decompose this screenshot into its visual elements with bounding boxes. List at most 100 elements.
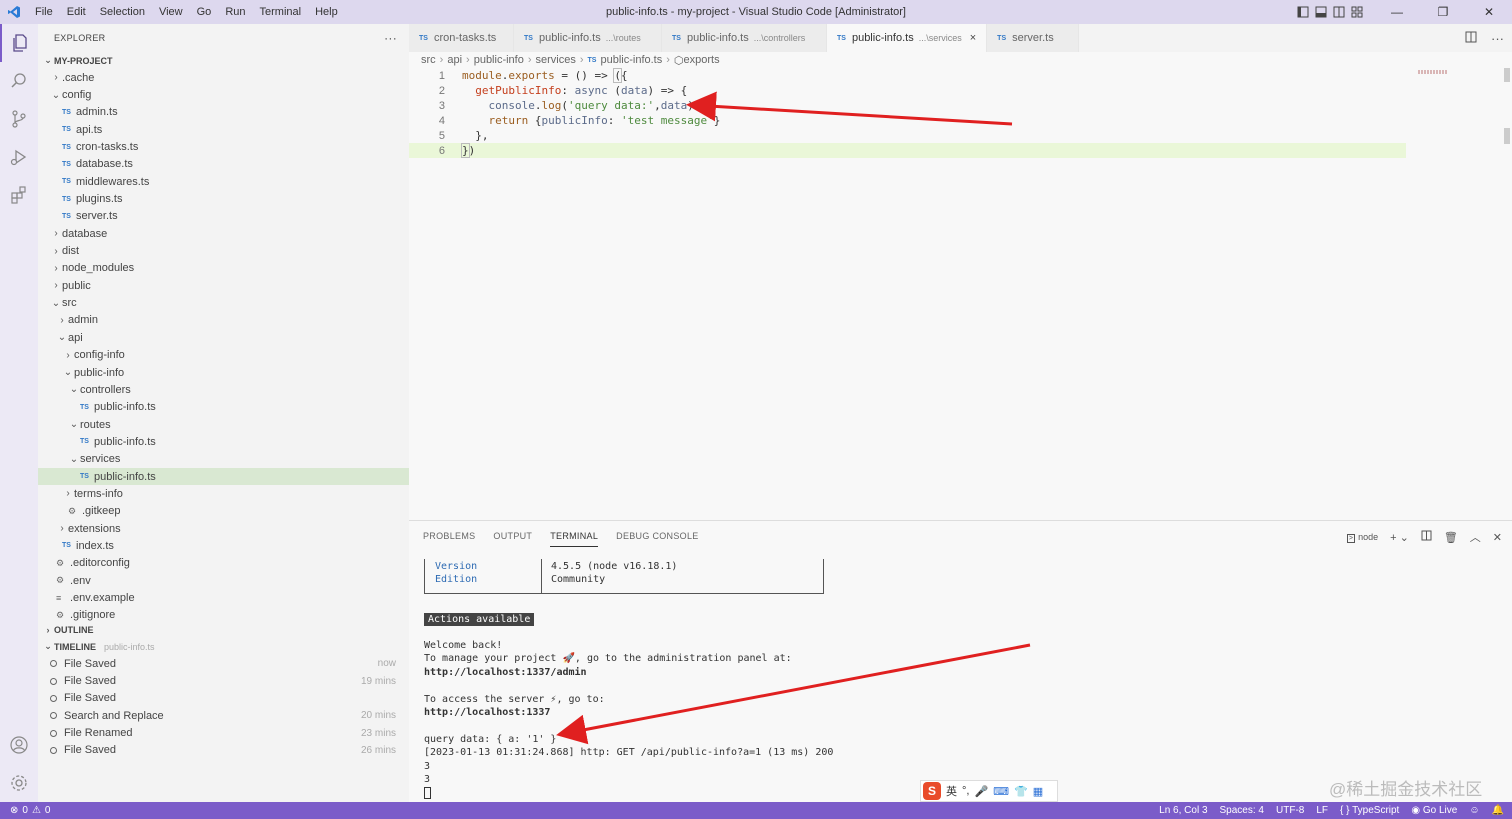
file-item[interactable]: TS public-info.ts <box>38 433 409 450</box>
file-item[interactable]: ≡ .env.example <box>38 589 409 606</box>
restore-button[interactable]: ❐ <box>1420 0 1466 24</box>
file-item[interactable]: TS middlewares.ts <box>38 173 409 190</box>
timeline-item[interactable]: File Renamed 23 mins <box>38 724 409 741</box>
project-section-header[interactable]: ⌄ MY-PROJECT <box>38 52 409 69</box>
folder-item[interactable]: › public <box>38 277 409 294</box>
folder-item[interactable]: ⌄ routes <box>38 416 409 433</box>
new-terminal-icon[interactable]: + ⌄ <box>1390 531 1409 544</box>
file-item[interactable]: ⚙ .env <box>38 572 409 589</box>
end-of-line[interactable]: LF <box>1316 805 1328 816</box>
editor-scrollbar[interactable] <box>1502 68 1512 520</box>
editor-tab[interactable]: TS cron-tasks.ts <box>409 24 514 52</box>
folder-item[interactable]: › node_modules <box>38 260 409 277</box>
microphone-icon[interactable]: 🎤 <box>974 785 988 798</box>
folder-item[interactable]: ⌄ src <box>38 294 409 311</box>
file-item[interactable]: TS plugins.ts <box>38 190 409 207</box>
editor-tab[interactable]: TS public-info.ts ...\services × <box>827 24 988 52</box>
folder-item[interactable]: › terms-info <box>38 485 409 502</box>
toolbox-icon[interactable]: ▦ <box>1033 785 1043 798</box>
outline-section-header[interactable]: › OUTLINE <box>38 621 409 638</box>
breadcrumb-item[interactable]: exports <box>684 54 720 66</box>
file-item[interactable]: TS cron-tasks.ts <box>38 138 409 155</box>
breadcrumb-item[interactable]: public-info.ts <box>600 54 662 66</box>
folder-item[interactable]: ⌄ api <box>38 329 409 346</box>
run-debug-icon[interactable] <box>0 138 38 176</box>
file-item[interactable]: TS api.ts <box>38 121 409 138</box>
toggle-primary-sidebar-icon[interactable] <box>1294 0 1312 24</box>
file-item[interactable]: TS public-info.ts <box>38 467 409 486</box>
maximize-panel-icon[interactable]: ︿ <box>1470 529 1481 545</box>
folder-item[interactable]: › config-info <box>38 347 409 364</box>
problems-status[interactable]: ⊗ 0 ⚠ 0 <box>0 805 50 816</box>
code-editor[interactable]: 1 module.exports = () => ({ 2 getPublicIn… <box>409 68 1512 520</box>
folder-item[interactable]: › .cache <box>38 69 409 86</box>
close-panel-icon[interactable]: ✕ <box>1493 531 1502 544</box>
menu-terminal[interactable]: Terminal <box>253 0 309 24</box>
folder-item[interactable]: › dist <box>38 242 409 259</box>
cursor-position[interactable]: Ln 6, Col 3 <box>1159 805 1207 816</box>
manage-gear-icon[interactable] <box>0 764 38 802</box>
editor-tab[interactable]: TS public-info.ts ...\controllers <box>662 24 827 52</box>
terminal-shell-selector[interactable]: > node <box>1346 531 1378 543</box>
customize-layout-icon[interactable] <box>1348 0 1366 24</box>
minimize-button[interactable]: — <box>1374 0 1420 24</box>
go-live-button[interactable]: ◉ Go Live <box>1411 805 1457 816</box>
folder-item[interactable]: › database <box>38 225 409 242</box>
menu-selection[interactable]: Selection <box>93 0 152 24</box>
timeline-item[interactable]: File Saved now <box>38 655 409 672</box>
encoding[interactable]: UTF-8 <box>1276 805 1304 816</box>
split-editor-icon[interactable] <box>1465 31 1477 46</box>
menu-view[interactable]: View <box>152 0 190 24</box>
folder-item[interactable]: ⌄ config <box>38 86 409 103</box>
timeline-item[interactable]: File Saved 26 mins <box>38 742 409 759</box>
folder-item[interactable]: ⌄ services <box>38 451 409 468</box>
split-terminal-icon[interactable] <box>1421 530 1432 544</box>
more-editor-actions-button[interactable]: ··· <box>1491 31 1504 46</box>
source-control-icon[interactable] <box>0 100 38 138</box>
keyboard-icon[interactable]: ⌨ <box>993 785 1009 798</box>
menu-help[interactable]: Help <box>308 0 345 24</box>
language-mode[interactable]: { } TypeScript <box>1340 805 1399 816</box>
breadcrumb-item[interactable]: api <box>447 54 462 66</box>
extensions-icon[interactable] <box>0 176 38 214</box>
ime-language[interactable]: 英 <box>946 783 957 799</box>
menu-edit[interactable]: Edit <box>60 0 93 24</box>
menu-file[interactable]: File <box>28 0 60 24</box>
folder-item[interactable]: › extensions <box>38 520 409 537</box>
file-item[interactable]: ⚙ .editorconfig <box>38 555 409 572</box>
breadcrumb-item[interactable]: src <box>421 54 436 66</box>
breadcrumb-item[interactable]: public-info <box>474 54 524 66</box>
close-tab-icon[interactable]: × <box>970 32 976 44</box>
file-item[interactable]: ⚙ .gitkeep <box>38 503 409 520</box>
folder-item[interactable]: › admin <box>38 312 409 329</box>
indentation[interactable]: Spaces: 4 <box>1220 805 1264 816</box>
feedback-icon[interactable]: ☺ <box>1469 805 1479 816</box>
file-item[interactable]: TS database.ts <box>38 156 409 173</box>
timeline-item[interactable]: File Saved <box>38 690 409 707</box>
kill-terminal-icon[interactable]: 🗑 <box>1444 531 1458 544</box>
menu-go[interactable]: Go <box>190 0 219 24</box>
minimap[interactable] <box>1414 68 1512 520</box>
explorer-icon[interactable] <box>0 24 38 62</box>
notifications-icon[interactable]: 🔔 <box>1492 805 1504 816</box>
breadcrumb-item[interactable]: services <box>536 54 576 66</box>
more-actions-button[interactable]: ··· <box>384 31 397 45</box>
ime-toolbar[interactable]: S 英 °, 🎤 ⌨ 👕 ▦ <box>920 780 1058 802</box>
toggle-secondary-sidebar-icon[interactable] <box>1330 0 1348 24</box>
folder-item[interactable]: ⌄ public-info <box>38 364 409 381</box>
file-item[interactable]: TS server.ts <box>38 208 409 225</box>
toggle-panel-icon[interactable] <box>1312 0 1330 24</box>
folder-item[interactable]: ⌄ controllers <box>38 381 409 398</box>
file-item[interactable]: TS index.ts <box>38 537 409 554</box>
editor-tab[interactable]: TS public-info.ts ...\routes <box>514 24 662 52</box>
close-window-button[interactable]: ✕ <box>1466 0 1512 24</box>
file-item[interactable]: TS admin.ts <box>38 104 409 121</box>
timeline-section-header[interactable]: ⌄ TIMELINE public-info.ts <box>38 638 409 655</box>
timeline-item[interactable]: File Saved 19 mins <box>38 672 409 689</box>
editor-tab[interactable]: TS server.ts <box>987 24 1080 52</box>
timeline-item[interactable]: Search and Replace 20 mins <box>38 707 409 724</box>
punctuation-icon[interactable]: °, <box>962 785 969 797</box>
search-icon[interactable] <box>0 62 38 100</box>
skin-icon[interactable]: 👕 <box>1014 785 1028 798</box>
file-item[interactable]: TS public-info.ts <box>38 399 409 416</box>
